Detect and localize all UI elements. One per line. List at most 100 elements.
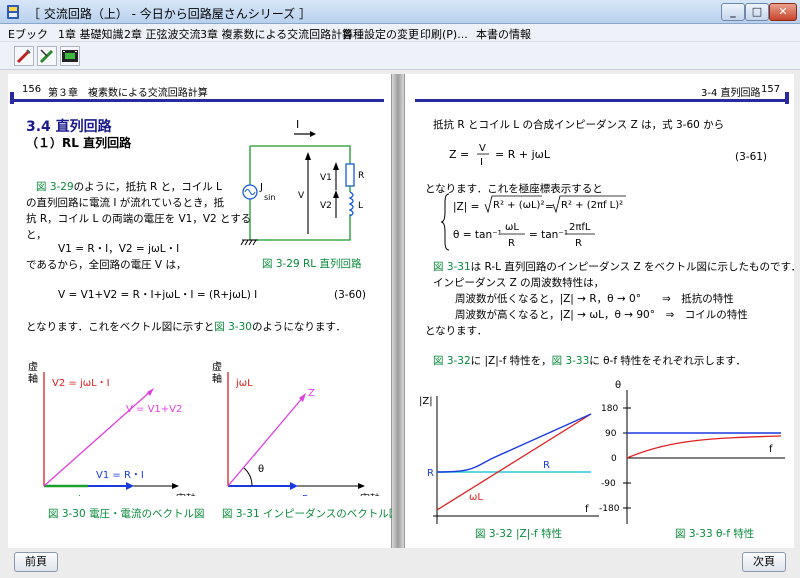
paragraph-line: となります．これをベクトル図に示すと図 3-30のようになります． [26,321,347,333]
paragraph-line: 抵抗 R とコイル L の合成インピーダンス Z は，式 3-60 から [433,119,725,131]
imaginary-axis-label: 虚 [28,361,38,373]
next-page-button[interactable]: 次頁 [742,552,786,572]
r-curve-label: R [543,460,550,471]
eraser-tool-button[interactable] [37,46,57,66]
right-page: 3-4 直列回路 157 抵抗 R とコイル L の合成インピーダンス Z は，… [404,74,800,548]
tick-180: 180 [601,404,618,414]
maximize-icon: □ [751,5,763,18]
toolbar [0,42,800,70]
v-vector-label: V = V1+V2 [126,404,182,415]
svg-text:= R + jωL: = R + jωL [495,148,551,161]
menu-chapter2[interactable]: 2章 正弦波交流 [124,26,201,42]
figure-link-3-29[interactable]: 図 3-29 [36,181,74,193]
header-rule-cap-left [10,92,14,104]
theta-axis-label: θ [615,380,621,391]
v1-label: V1 [320,173,332,183]
menu-about[interactable]: 本書の情報 [476,26,531,42]
figure-3-29-circuit: I J sin V1 V2 V R L [240,118,364,246]
theta-label: θ [258,464,264,475]
real-axis-label: 実軸 [176,492,196,496]
i-vector-label: I [78,494,81,496]
z-vector-label: Z [308,388,315,399]
equation-number: (3-60) [334,289,367,301]
pen-tool-button[interactable] [14,46,34,66]
svg-text:R: R [575,238,582,249]
paragraph-line: であるから，全回路の電圧 V は， [26,259,187,271]
paragraph-line: 図 3-31は R-L 直列回路のインピーダンス Z をベクトル図に示したもので… [433,261,800,273]
minimize-icon: _ [730,5,736,18]
prev-page-button[interactable]: 前頁 [14,552,58,572]
equation-3-60: V = V1+V2 = R・I+jωL・I = (R+jωL) I [58,289,258,301]
paragraph-line: 周波数が高くなると，|Z| → ωL，θ → 90° ⇒ コイルの特性 [455,309,748,321]
svg-text:軸: 軸 [28,372,38,385]
svg-text:2πfL: 2πfL [569,222,591,233]
figure-link-3-33[interactable]: 図 3-33 [552,355,590,367]
figure-3-33-caption: 図 3-33 θ-f 特性 [675,528,755,540]
v2-label: V2 [320,201,332,211]
right-page-number: 157 [761,84,781,95]
paragraph-line: の直列回路に電流 I が流れているとき，抵 [26,197,225,209]
menu-chapter3[interactable]: 3章 複素数による交流回路計算 [200,26,353,42]
svg-text:ωL: ωL [505,222,519,233]
l-label: L [358,201,363,211]
figure-3-32-caption: 図 3-32 |Z|-f 特性 [475,528,563,540]
svg-text:R: R [508,238,515,249]
film-tool-button[interactable] [60,46,80,66]
menu-bar: Eブック 1章 基礎知識 2章 正弦波交流 3章 複素数による交流回路計算 各種… [0,24,800,42]
menu-print[interactable]: 印刷(P)... [420,26,468,42]
paragraph-line: 抗 R，コイル L の両端の電圧を V1，V2 とする [26,213,252,225]
tick-minus-180: -180 [599,504,620,514]
svg-text:I: I [480,157,483,168]
figure-3-31-caption: 図 3-31 インピーダンスのベクトル図 [222,508,400,520]
figure-3-30-vector: 虚 軸 V2 = jωL・I V = V1+V2 V1 = R・I I 実軸 [28,361,196,496]
maximize-button[interactable]: □ [745,3,769,21]
polar-form-equations: |Z| = R² + (ωL)² = R² + (2πf L)² θ = tan… [441,193,626,251]
figure-link-3-30[interactable]: 図 3-30 [214,321,252,333]
figure-3-29-caption: 図 3-29 RL 直列回路 [262,258,362,270]
svg-text:R² + (ωL)²: R² + (ωL)² [493,200,544,211]
film-icon [62,50,78,62]
header-rule-cap-right [785,92,789,104]
z-axis-label: |Z| [419,396,433,407]
app-icon [7,5,19,19]
right-running-header: 3-4 直列回路 [701,88,761,99]
section-title: 3.4 直列回路 [26,119,112,135]
minimize-button[interactable]: _ [721,3,745,21]
menu-ebook[interactable]: Eブック [8,26,48,42]
right-header-rule [415,99,789,102]
title-bar: ［ 交流回路（上） - 今日から回路屋さんシリーズ ］ _ □ ✕ [0,0,800,24]
equation-v1-v2: V1 = R・I，V2 = jωL・I [58,243,180,255]
close-button[interactable]: ✕ [769,3,797,21]
window-title: ［ 交流回路（上） - 今日から回路屋さんシリーズ ］ [28,7,311,21]
f-axis-label: f [585,504,589,515]
v2-vector-label: V2 = jωL・I [52,378,110,389]
wl-curve-label: ωL [469,492,483,503]
svg-text:Z =: Z = [449,148,469,161]
equation-3-61: Z = V I = R + jωL [449,143,551,168]
figure-link-3-31[interactable]: 図 3-31 [433,261,471,273]
tick-0: 0 [611,454,617,464]
jwl-vector-label: jωL [235,378,253,389]
svg-text:θ = tan⁻¹: θ = tan⁻¹ [453,229,502,241]
tick-90: 90 [605,429,617,439]
paragraph-line: インピーダンス Z の周波数特性は， [433,277,605,289]
figure-3-31-vector: 虚 軸 jωL Z θ R 実軸 [212,361,380,496]
eraser-icon [39,49,54,64]
svg-text:=: = [545,201,554,213]
v1-vector-label: V1 = R・I [96,470,144,481]
left-running-header: 第３章 複素数による交流回路計算 [48,88,208,99]
r-label: R [358,171,364,181]
close-icon: ✕ [778,5,788,18]
menu-settings[interactable]: 各種設定の変更 [342,26,419,42]
figure-link-3-32[interactable]: 図 3-32 [433,355,471,367]
pen-icon [16,49,31,64]
paragraph-line: と， [26,229,47,241]
left-header-rule [10,99,384,102]
figure-3-30-caption: 図 3-30 電圧・電流のベクトル図 [48,508,205,520]
equation-number: (3-61) [735,151,768,163]
source-label: J [259,182,263,193]
source-subscript: sin [264,193,275,202]
r-vector-label: R [302,494,309,496]
book-view: 156 第３章 複素数による交流回路計算 3.4 直列回路 （１）RL 直列回路… [0,70,800,578]
menu-chapter1[interactable]: 1章 基礎知識 [58,26,124,42]
